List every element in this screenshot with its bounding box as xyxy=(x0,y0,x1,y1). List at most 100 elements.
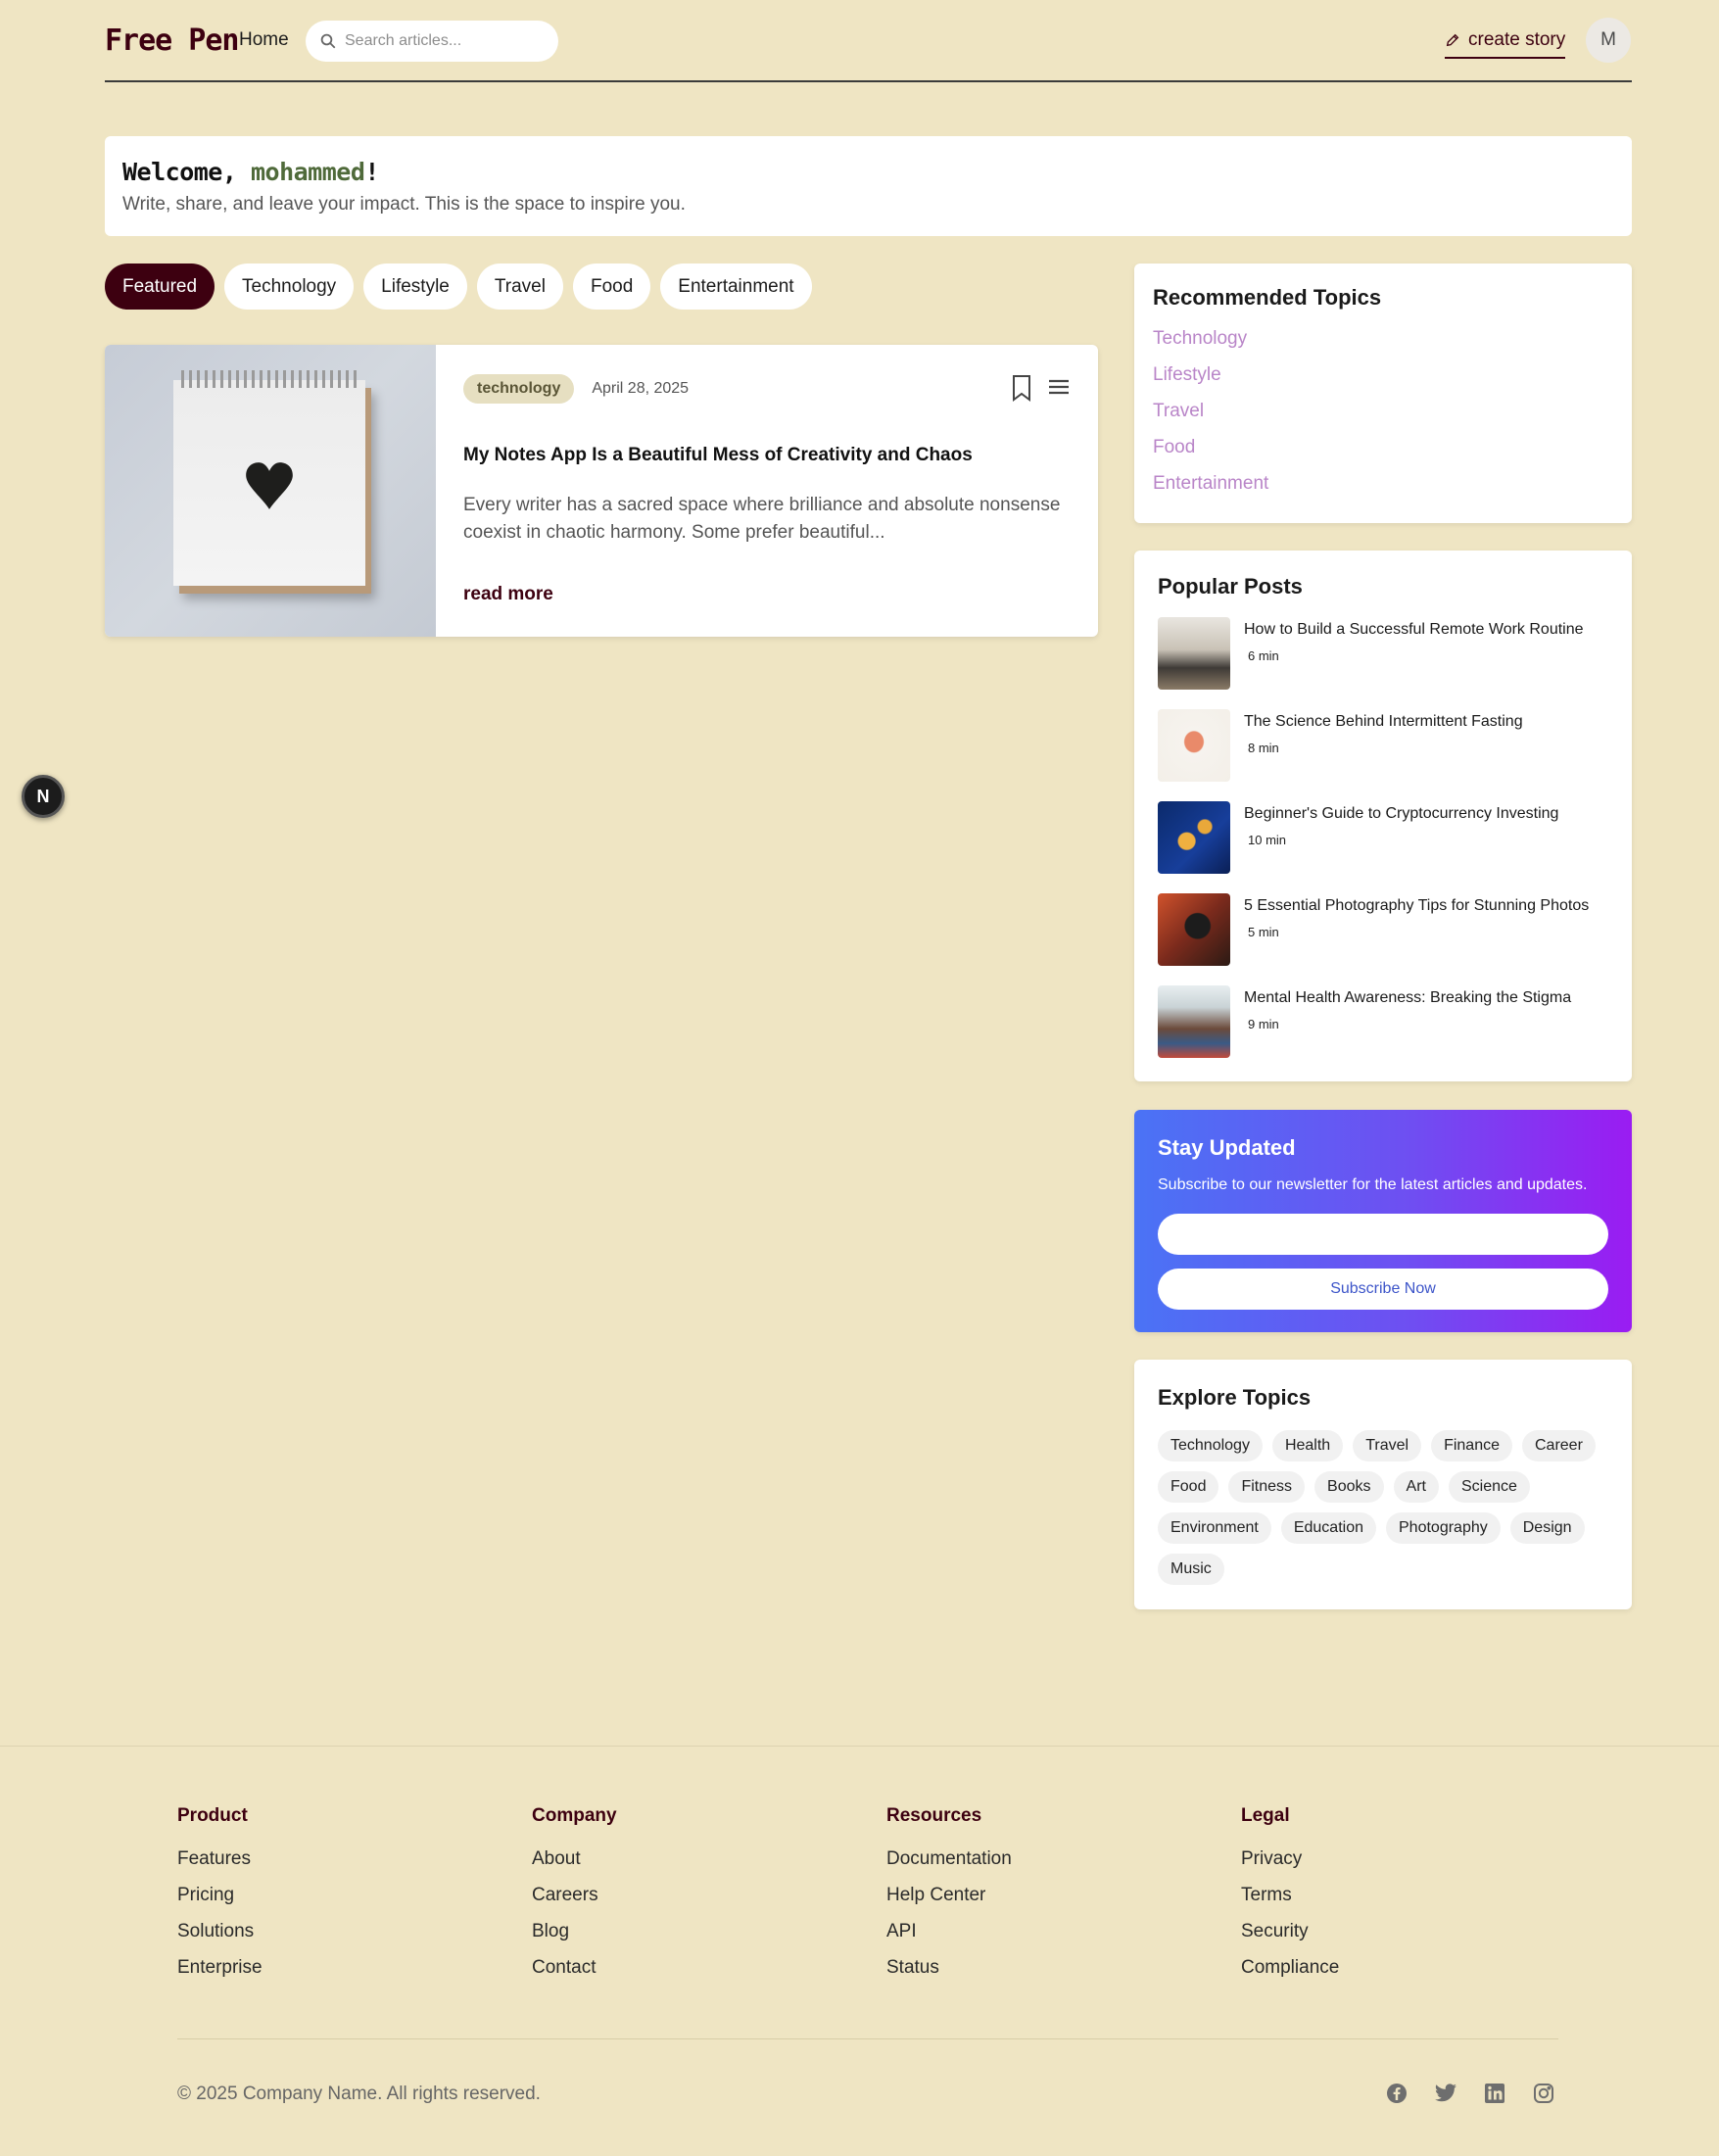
topic-chip[interactable]: Travel xyxy=(1353,1430,1422,1461)
newsletter-title: Stay Updated xyxy=(1158,1135,1296,1160)
tab-entertainment[interactable]: Entertainment xyxy=(660,264,812,310)
topic-chip[interactable]: Education xyxy=(1280,1512,1376,1544)
newsletter-email-input[interactable] xyxy=(1158,1214,1608,1255)
recommended-topic-technology[interactable]: Technology xyxy=(1153,328,1613,364)
popular-post-item[interactable]: Mental Health Awareness: Breaking the St… xyxy=(1158,985,1608,1058)
topic-chip[interactable]: Food xyxy=(1158,1471,1219,1503)
popular-post-item[interactable]: The Science Behind Intermittent Fasting … xyxy=(1158,709,1608,782)
article-meta: technology April 28, 2025 xyxy=(463,374,689,404)
topic-chips: Technology Health Travel Finance Career … xyxy=(1158,1430,1618,1585)
instagram-icon[interactable] xyxy=(1532,2082,1555,2105)
footer-link[interactable]: Documentation xyxy=(886,1848,1012,1885)
category-tabs: Featured Technology Lifestyle Travel Foo… xyxy=(105,264,812,310)
article-thumbnail[interactable] xyxy=(105,345,436,637)
article-title[interactable]: My Notes App Is a Beautiful Mess of Crea… xyxy=(463,445,973,466)
recommended-topic-food[interactable]: Food xyxy=(1153,437,1613,473)
read-more-link[interactable]: read more xyxy=(463,584,553,605)
topic-chip[interactable]: Music xyxy=(1158,1554,1224,1585)
recommended-topic-entertainment[interactable]: Entertainment xyxy=(1153,473,1613,509)
footer-link[interactable]: Status xyxy=(886,1957,1012,1993)
post-thumbnail xyxy=(1158,893,1230,966)
menu-icon[interactable] xyxy=(1047,374,1071,402)
subscribe-button[interactable]: Subscribe Now xyxy=(1158,1269,1608,1310)
footer-column-title: Company xyxy=(532,1805,617,1826)
recommended-topic-travel[interactable]: Travel xyxy=(1153,401,1613,437)
popular-post-title: How to Build a Successful Remote Work Ro… xyxy=(1244,621,1584,638)
post-thumbnail xyxy=(1158,801,1230,874)
recommended-title: Recommended Topics xyxy=(1153,285,1382,310)
popular-post-item[interactable]: Beginner's Guide to Cryptocurrency Inves… xyxy=(1158,801,1608,874)
footer-link[interactable]: Security xyxy=(1241,1921,1339,1957)
recommended-list: Technology Lifestyle Travel Food Enterta… xyxy=(1153,328,1613,509)
explore-topics-panel: Explore Topics Technology Health Travel … xyxy=(1134,1360,1632,1609)
pencil-icon xyxy=(1446,33,1459,47)
welcome-greeting: Welcome, xyxy=(122,158,251,186)
topic-chip[interactable]: Science xyxy=(1448,1471,1530,1503)
popular-post-title: 5 Essential Photography Tips for Stunnin… xyxy=(1244,897,1590,914)
welcome-username: mohammed xyxy=(250,158,365,186)
topic-chip[interactable]: Health xyxy=(1271,1430,1344,1461)
category-badge[interactable]: technology xyxy=(463,374,575,404)
post-thumbnail xyxy=(1158,617,1230,690)
heart-icon xyxy=(246,462,293,509)
topic-chip[interactable]: Photography xyxy=(1386,1512,1501,1544)
floating-n-badge[interactable]: N xyxy=(22,775,65,818)
twitter-icon[interactable] xyxy=(1434,2082,1457,2105)
create-story-button[interactable]: create story xyxy=(1445,27,1566,59)
footer-column-title: Resources xyxy=(886,1805,982,1826)
footer-link[interactable]: Blog xyxy=(532,1921,617,1957)
popular-list: How to Build a Successful Remote Work Ro… xyxy=(1158,617,1608,1058)
recommended-topic-lifestyle[interactable]: Lifestyle xyxy=(1153,364,1613,401)
tab-food[interactable]: Food xyxy=(572,264,651,310)
footer-link[interactable]: Help Center xyxy=(886,1885,1012,1921)
popular-post-title: Mental Health Awareness: Breaking the St… xyxy=(1244,989,1572,1006)
footer-link[interactable]: Careers xyxy=(532,1885,617,1921)
footer-link[interactable]: Solutions xyxy=(177,1921,263,1957)
site-footer: Product Features Pricing Solutions Enter… xyxy=(0,1746,1719,2156)
topic-chip[interactable]: Books xyxy=(1314,1471,1384,1503)
tab-featured[interactable]: Featured xyxy=(105,264,215,310)
linkedin-icon[interactable] xyxy=(1483,2082,1506,2105)
article-card[interactable]: technology April 28, 2025 My Notes App I… xyxy=(105,345,1098,637)
popular-post-item[interactable]: 5 Essential Photography Tips for Stunnin… xyxy=(1158,893,1608,966)
search-box[interactable] xyxy=(306,21,558,62)
topic-chip[interactable]: Career xyxy=(1521,1430,1596,1461)
topic-chip[interactable]: Technology xyxy=(1158,1430,1263,1461)
footer-link[interactable]: API xyxy=(886,1921,1012,1957)
footer-column-title: Product xyxy=(177,1805,248,1826)
user-avatar[interactable]: M xyxy=(1586,18,1631,63)
footer-column-product: Product Features Pricing Solutions Enter… xyxy=(177,1805,263,1993)
site-logo[interactable]: Free Pen xyxy=(105,24,239,58)
footer-link[interactable]: Enterprise xyxy=(177,1957,263,1993)
facebook-icon[interactable] xyxy=(1385,2082,1409,2105)
nav-home-link[interactable]: Home xyxy=(239,29,289,51)
topic-chip[interactable]: Art xyxy=(1393,1471,1439,1503)
tab-travel[interactable]: Travel xyxy=(476,264,563,310)
post-thumbnail xyxy=(1158,985,1230,1058)
welcome-heading: Welcome, mohammed! xyxy=(122,158,1614,186)
popular-post-time: 6 min xyxy=(1248,648,1279,663)
footer-link[interactable]: Compliance xyxy=(1241,1957,1339,1993)
footer-link[interactable]: Privacy xyxy=(1241,1848,1339,1885)
article-actions xyxy=(1010,374,1071,402)
notepad-spiral xyxy=(181,370,358,388)
topic-chip[interactable]: Finance xyxy=(1431,1430,1512,1461)
search-input[interactable] xyxy=(345,32,541,50)
notepad-image xyxy=(173,370,365,586)
tab-lifestyle[interactable]: Lifestyle xyxy=(363,264,467,310)
article-excerpt: Every writer has a sacred space where br… xyxy=(463,495,1061,543)
footer-link[interactable]: Contact xyxy=(532,1957,617,1993)
newsletter-description: Subscribe to our newsletter for the late… xyxy=(1158,1176,1588,1193)
footer-column-company: Company About Careers Blog Contact xyxy=(532,1805,617,1993)
footer-link[interactable]: Pricing xyxy=(177,1885,263,1921)
bookmark-icon[interactable] xyxy=(1010,374,1033,402)
footer-link[interactable]: Terms xyxy=(1241,1885,1339,1921)
footer-link[interactable]: Features xyxy=(177,1848,263,1885)
popular-post-item[interactable]: How to Build a Successful Remote Work Ro… xyxy=(1158,617,1608,690)
footer-link[interactable]: About xyxy=(532,1848,617,1885)
tab-technology[interactable]: Technology xyxy=(224,264,355,310)
topic-chip[interactable]: Fitness xyxy=(1228,1471,1306,1503)
topic-chip[interactable]: Design xyxy=(1509,1512,1585,1544)
topic-chip[interactable]: Environment xyxy=(1158,1512,1271,1544)
popular-post-time: 9 min xyxy=(1248,1017,1279,1031)
